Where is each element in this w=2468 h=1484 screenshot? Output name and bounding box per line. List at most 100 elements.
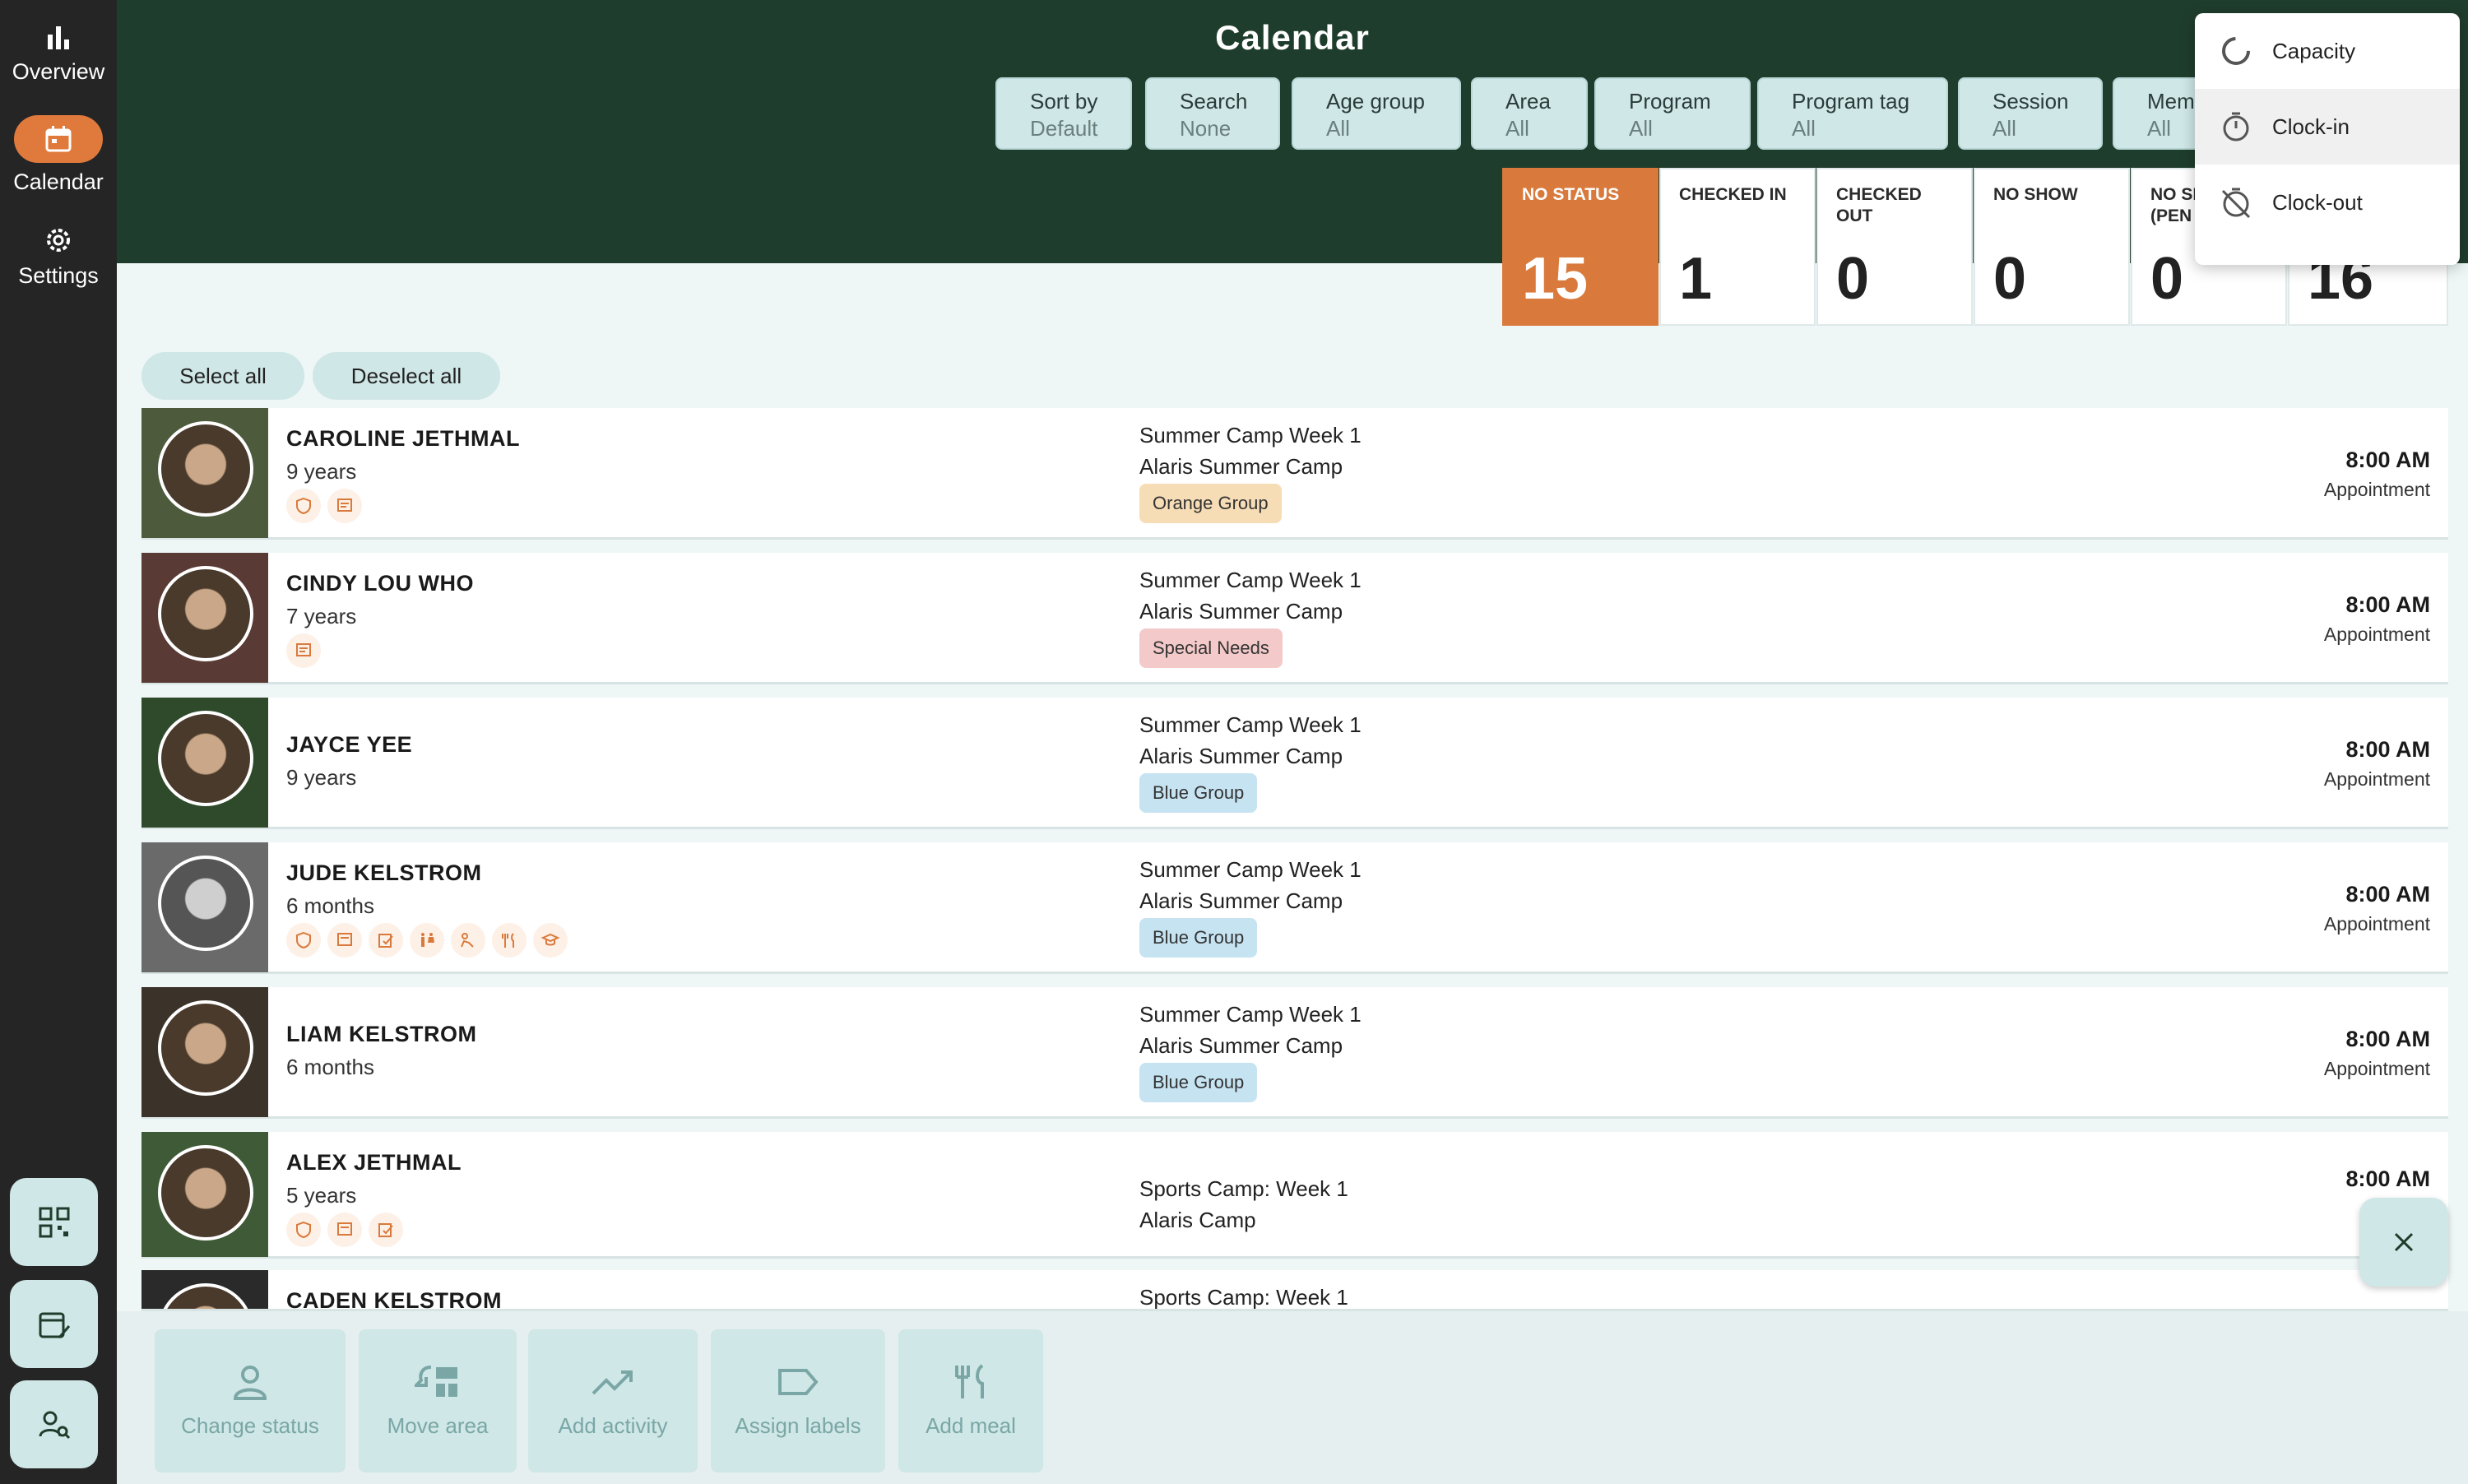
list-item[interactable]: LIAM KELSTROM 6 months Summer Camp Week … — [141, 987, 2448, 1119]
child-name: JAYCE YEE — [286, 732, 413, 757]
filter-label: Program tag — [1792, 89, 1910, 114]
nav-calendar-label: Calendar — [13, 169, 104, 194]
list-item[interactable]: ALEX JETHMAL 5 years Sports Camp: Week 1… — [141, 1132, 2448, 1259]
nap-icon[interactable] — [451, 923, 485, 958]
program-location: Alaris Summer Camp — [1139, 744, 1343, 768]
nav-overview[interactable]: Overview — [0, 23, 117, 85]
nav-settings[interactable]: Settings — [0, 224, 117, 289]
status-tile-label: NO SI (PEN — [2150, 185, 2198, 225]
add-activity-button[interactable]: Add activity — [528, 1329, 698, 1472]
bar-chart-icon — [48, 26, 69, 49]
filter-sort-by[interactable]: Sort by Default — [995, 77, 1132, 150]
graduation-cap-icon[interactable] — [533, 923, 568, 958]
meal-icon[interactable] — [492, 923, 527, 958]
person-search-icon — [39, 1411, 70, 1439]
appointment-type: Appointment — [2323, 1058, 2430, 1079]
person-search-button[interactable] — [10, 1380, 98, 1468]
menu-item-label: Clock-out — [2272, 189, 2363, 215]
checklist-icon[interactable] — [369, 923, 403, 958]
filter-search[interactable]: Search None — [1145, 77, 1280, 150]
qr-scan-button[interactable] — [10, 1178, 98, 1266]
filter-value: All — [1326, 116, 1350, 141]
status-tile-checked-out[interactable]: CHECKED OUT 0 — [1816, 168, 1973, 326]
list-item[interactable]: JUDE KELSTROM 6 months Summer Camp Week … — [141, 842, 2448, 974]
menu-item-clock-in[interactable]: Clock-in — [2195, 89, 2460, 165]
program-location: Alaris Summer Camp — [1139, 888, 1343, 913]
list-item[interactable]: JAYCE YEE 9 years Summer Camp Week 1 Ala… — [141, 698, 2448, 829]
filter-value: Default — [1030, 116, 1098, 141]
shield-icon[interactable] — [286, 923, 321, 958]
status-tile-no-show[interactable]: NO SHOW 0 — [1974, 168, 2130, 326]
child-age: 9 years — [286, 459, 357, 484]
nav-calendar-pill — [14, 115, 103, 163]
calendar-icon — [45, 126, 72, 152]
appointment-time: 8:00 AM — [2345, 592, 2430, 617]
row-icons — [286, 489, 362, 523]
close-fab-button[interactable] — [2359, 1198, 2448, 1287]
child-name: JUDE KELSTROM — [286, 860, 482, 885]
program-location: Alaris Camp — [1139, 1208, 1256, 1232]
filter-value: All — [1629, 116, 1653, 141]
nav-overview-label: Overview — [12, 59, 105, 84]
menu-item-label: Capacity — [2272, 38, 2356, 63]
quick-actions-menu: Capacity Clock-in Clock-out — [2195, 13, 2460, 265]
avatar-ring — [158, 566, 253, 661]
deselect-all-button[interactable]: Deselect all — [313, 352, 500, 400]
filter-program-tag[interactable]: Program tag All — [1757, 77, 1948, 150]
shield-icon[interactable] — [286, 489, 321, 523]
filter-area[interactable]: Area All — [1471, 77, 1588, 150]
timer-icon — [2223, 112, 2249, 141]
status-tile-count: 1 — [1679, 246, 1713, 312]
calendar-edit-button[interactable] — [10, 1280, 98, 1368]
appointment-time: 8:00 AM — [2345, 882, 2430, 907]
appointment-time: 8:00 AM — [2345, 448, 2430, 472]
change-status-button[interactable]: Change status — [155, 1329, 346, 1472]
filter-label: Program — [1629, 89, 1711, 114]
select-all-button[interactable]: Select all — [141, 352, 304, 400]
list-item[interactable]: CINDY LOU WHO 7 years Summer Camp Week 1… — [141, 553, 2448, 684]
avatar — [141, 1270, 268, 1309]
menu-item-label: Clock-in — [2272, 114, 2350, 139]
filter-session[interactable]: Session All — [1958, 77, 2103, 150]
status-tile-no-status[interactable]: NO STATUS 15 — [1502, 168, 1658, 326]
program-location: Alaris Summer Camp — [1139, 1033, 1343, 1058]
note-icon[interactable] — [286, 633, 321, 668]
child-age: 6 months — [286, 1055, 374, 1079]
avatar-ring — [158, 711, 253, 806]
list-item[interactable]: CAROLINE JETHMAL 9 years Summer Camp Wee… — [141, 408, 2448, 540]
list-item[interactable]: CADEN KELSTROM Sports Camp: Week 1 — [141, 1270, 2448, 1311]
program-name: Sports Camp: Week 1 — [1139, 1285, 1348, 1310]
menu-item-clock-out[interactable]: Clock-out — [2195, 165, 2460, 240]
note-icon[interactable] — [327, 489, 362, 523]
appointment-type: Appointment — [2323, 479, 2430, 500]
move-area-icon — [415, 1366, 457, 1397]
avatar — [141, 698, 268, 828]
trending-up-icon — [591, 1370, 633, 1395]
move-area-button[interactable]: Move area — [359, 1329, 517, 1472]
row-icons — [286, 633, 321, 668]
filter-label: Age group — [1326, 89, 1425, 114]
status-tile-count: 0 — [1836, 246, 1870, 312]
avatar — [141, 987, 268, 1117]
qr-code-icon — [39, 1207, 69, 1237]
filter-age-group[interactable]: Age group All — [1292, 77, 1461, 150]
shield-icon[interactable] — [286, 1213, 321, 1247]
add-meal-button[interactable]: Add meal — [898, 1329, 1043, 1472]
note-icon[interactable] — [327, 923, 362, 958]
checklist-icon[interactable] — [369, 1213, 403, 1247]
group-label: Special Needs — [1139, 628, 1283, 668]
status-tile-checked-in[interactable]: CHECKED IN 1 — [1659, 168, 1816, 326]
assign-labels-button[interactable]: Assign labels — [711, 1329, 885, 1472]
filter-program[interactable]: Program All — [1594, 77, 1751, 150]
program-location: Alaris Summer Camp — [1139, 454, 1343, 479]
program-name: Summer Camp Week 1 — [1139, 857, 1362, 882]
status-tile-count: 0 — [2150, 246, 2184, 312]
menu-item-capacity[interactable]: Capacity — [2195, 13, 2460, 89]
note-icon[interactable] — [327, 1213, 362, 1247]
avatar — [141, 1132, 268, 1257]
appointment-time: 8:00 AM — [2345, 1166, 2430, 1191]
row-icons — [286, 923, 568, 958]
restroom-icon[interactable] — [410, 923, 444, 958]
nav-calendar[interactable]: Calendar — [0, 115, 117, 195]
child-name: ALEX JETHMAL — [286, 1150, 462, 1175]
